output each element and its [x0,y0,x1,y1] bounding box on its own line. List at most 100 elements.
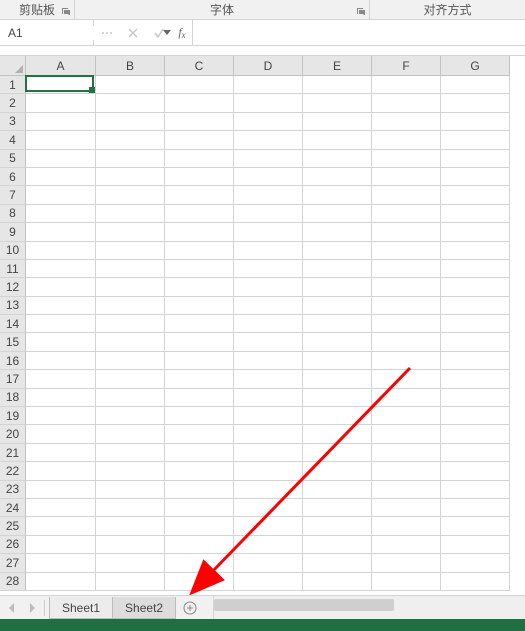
cell[interactable] [96,352,165,370]
cell[interactable] [372,260,441,278]
cell[interactable] [441,462,510,480]
more-icon[interactable] [94,20,120,45]
cell[interactable] [26,242,96,260]
cell[interactable] [441,186,510,204]
row-header[interactable]: 27 [0,554,26,572]
cell[interactable] [303,370,372,388]
cell[interactable] [234,389,303,407]
row-header[interactable]: 21 [0,444,26,462]
cell[interactable] [96,260,165,278]
cell[interactable] [165,223,234,241]
cell[interactable] [26,573,96,591]
row-header[interactable]: 19 [0,407,26,425]
row-header[interactable]: 22 [0,462,26,480]
cancel-icon[interactable] [120,20,146,45]
row-header[interactable]: 10 [0,242,26,260]
cell[interactable] [303,297,372,315]
cell[interactable] [441,407,510,425]
cell[interactable] [96,150,165,168]
row-header[interactable]: 6 [0,168,26,186]
tab-prev-icon[interactable] [6,602,18,614]
cell[interactable] [165,94,234,112]
cell[interactable] [372,76,441,94]
column-header[interactable]: E [303,56,372,76]
row-header[interactable]: 20 [0,425,26,443]
cell[interactable] [26,425,96,443]
column-header[interactable]: B [96,56,165,76]
cell[interactable] [26,352,96,370]
cell[interactable] [165,297,234,315]
cell[interactable] [26,333,96,351]
cell[interactable] [372,278,441,296]
cell[interactable] [26,297,96,315]
cell[interactable] [303,205,372,223]
cell[interactable] [372,389,441,407]
cell[interactable] [165,370,234,388]
cell[interactable] [26,499,96,517]
cell[interactable] [303,150,372,168]
horizontal-scrollbar-thumb[interactable] [214,599,394,611]
cell[interactable] [441,315,510,333]
cell[interactable] [96,223,165,241]
row-header[interactable]: 15 [0,333,26,351]
cell[interactable] [96,76,165,94]
cell[interactable] [96,444,165,462]
row-header[interactable]: 4 [0,131,26,149]
cell[interactable] [234,425,303,443]
cell[interactable] [234,76,303,94]
cell[interactable] [26,94,96,112]
cell[interactable] [26,186,96,204]
cell[interactable] [165,113,234,131]
cell[interactable] [96,370,165,388]
cell[interactable] [441,425,510,443]
cell[interactable] [372,444,441,462]
cell[interactable] [441,536,510,554]
cell[interactable] [26,444,96,462]
cell[interactable] [303,76,372,94]
cell[interactable] [372,168,441,186]
cell[interactable] [234,150,303,168]
cell[interactable] [372,536,441,554]
row-header[interactable]: 24 [0,499,26,517]
cell[interactable] [372,94,441,112]
cell[interactable] [26,315,96,333]
column-header[interactable]: C [165,56,234,76]
cell[interactable] [165,352,234,370]
cell[interactable] [372,481,441,499]
cell[interactable] [303,499,372,517]
cell[interactable] [303,94,372,112]
row-header[interactable]: 5 [0,150,26,168]
insert-function-icon[interactable]: fx [172,20,192,45]
cell[interactable] [441,370,510,388]
cell[interactable] [26,370,96,388]
row-header[interactable]: 18 [0,389,26,407]
cell[interactable] [26,260,96,278]
cell[interactable] [96,554,165,572]
cell[interactable] [165,444,234,462]
row-header[interactable]: 13 [0,297,26,315]
cell[interactable] [234,205,303,223]
row-header[interactable]: 26 [0,536,26,554]
cell[interactable] [165,260,234,278]
cells-area[interactable] [26,76,510,591]
cell[interactable] [441,517,510,535]
cell[interactable] [96,297,165,315]
tab-next-icon[interactable] [26,602,38,614]
cell[interactable] [441,205,510,223]
cell[interactable] [372,407,441,425]
row-header[interactable]: 16 [0,352,26,370]
row-header[interactable]: 8 [0,205,26,223]
row-header[interactable]: 28 [0,573,26,591]
cell[interactable] [96,407,165,425]
row-header[interactable]: 7 [0,186,26,204]
cell[interactable] [234,223,303,241]
cell[interactable] [96,536,165,554]
cell[interactable] [234,444,303,462]
cell[interactable] [26,536,96,554]
cell[interactable] [303,315,372,333]
cell[interactable] [234,517,303,535]
cell[interactable] [26,481,96,499]
cell[interactable] [165,131,234,149]
cell[interactable] [96,278,165,296]
cell[interactable] [441,76,510,94]
